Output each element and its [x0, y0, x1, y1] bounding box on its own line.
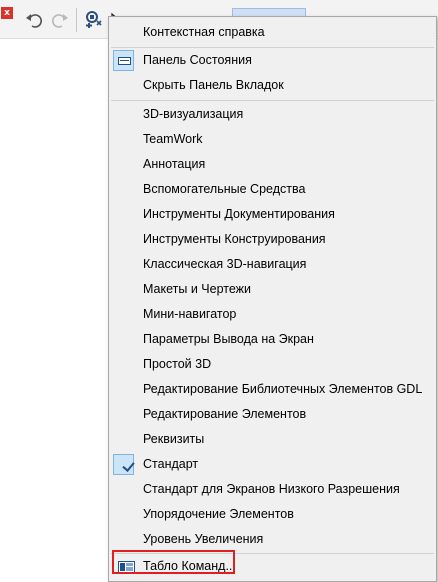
menu-item-label: Параметры Вывода на Экран — [143, 332, 314, 346]
menu-item-toolbar[interactable]: Упорядочение Элементов — [109, 502, 436, 527]
menu-item-label: Аннотация — [143, 157, 206, 171]
menu-item-label: Панель Состояния — [143, 53, 252, 67]
menu-item-label: Реквизиты — [143, 432, 205, 446]
checkmark-icon — [113, 454, 135, 475]
menu-item-label: Простой 3D — [143, 357, 212, 371]
redo-icon[interactable] — [50, 10, 70, 30]
toolbars-context-menu: Контекстная справка Панель Состояния Скр… — [108, 16, 437, 582]
menu-item-toolbar[interactable]: TeamWork — [109, 127, 436, 152]
menu-item-hide-tab-bar[interactable]: Скрыть Панель Вкладок — [109, 73, 436, 98]
menu-item-label: Вспомогательные Средства — [143, 182, 306, 196]
menu-item-toolbar[interactable]: Редактирование Элементов — [109, 402, 436, 427]
menu-item-status-bar[interactable]: Панель Состояния — [109, 48, 436, 73]
screen: x Контекстная справка Панель Состояния С… — [0, 0, 438, 582]
menu-item-toolbar[interactable]: Вспомогательные Средства — [109, 177, 436, 202]
menu-item-label: Стандарт для Экранов Низкого Разрешения — [143, 482, 400, 496]
menu-separator — [111, 100, 434, 101]
menu-item-toolbar-checked[interactable]: Стандарт — [109, 452, 436, 477]
menu-item-label: Мини-навигатор — [143, 307, 237, 321]
menu-item-toolbar[interactable]: Классическая 3D-навигация — [109, 252, 436, 277]
status-bar-icon — [113, 50, 134, 71]
menu-item-label: Контекстная справка — [143, 25, 265, 39]
menu-item-toolbar[interactable]: Инструменты Документирования — [109, 202, 436, 227]
close-icon[interactable]: x — [1, 7, 13, 19]
menu-item-label: Инструменты Документирования — [143, 207, 335, 221]
menu-item-toolbar[interactable]: Простой 3D — [109, 352, 436, 377]
toolbars-icon[interactable] — [84, 10, 104, 30]
menu-item-toolbar[interactable]: Мини-навигатор — [109, 302, 436, 327]
highlight-frame — [112, 550, 235, 574]
undo-icon[interactable] — [24, 10, 44, 30]
menu-item-toolbar[interactable]: Редактирование Библиотечных Элементов GD… — [109, 377, 436, 402]
menu-item-label: TeamWork — [143, 132, 203, 146]
menu-item-label: Инструменты Конструирования — [143, 232, 326, 246]
menu-item-toolbar[interactable]: Макеты и Чертежи — [109, 277, 436, 302]
menu-item-label: Упорядочение Элементов — [143, 507, 294, 521]
menu-item-label: 3D-визуализация — [143, 107, 244, 121]
menu-item-toolbar[interactable]: Параметры Вывода на Экран — [109, 327, 436, 352]
menu-item-toolbar[interactable]: Аннотация — [109, 152, 436, 177]
menu-item-label: Классическая 3D-навигация — [143, 257, 307, 271]
menu-item-toolbar[interactable]: Стандарт для Экранов Низкого Разрешения — [109, 477, 436, 502]
menu-item-label: Редактирование Библиотечных Элементов GD… — [143, 382, 423, 396]
toolbar-separator — [76, 8, 77, 32]
menu-item-label: Уровень Увеличения — [143, 532, 264, 546]
menu-item-toolbar[interactable]: 3D-визуализация — [109, 102, 436, 127]
menu-item-context-help[interactable]: Контекстная справка — [109, 20, 436, 45]
menu-item-label: Скрыть Панель Вкладок — [143, 78, 284, 92]
menu-item-toolbar[interactable]: Инструменты Конструирования — [109, 227, 436, 252]
menu-item-toolbar[interactable]: Реквизиты — [109, 427, 436, 452]
menu-item-label: Редактирование Элементов — [143, 407, 307, 421]
menu-item-toolbar[interactable]: Уровень Увеличения — [109, 527, 436, 552]
menu-item-label: Макеты и Чертежи — [143, 282, 251, 296]
menu-item-label: Стандарт — [143, 457, 199, 471]
